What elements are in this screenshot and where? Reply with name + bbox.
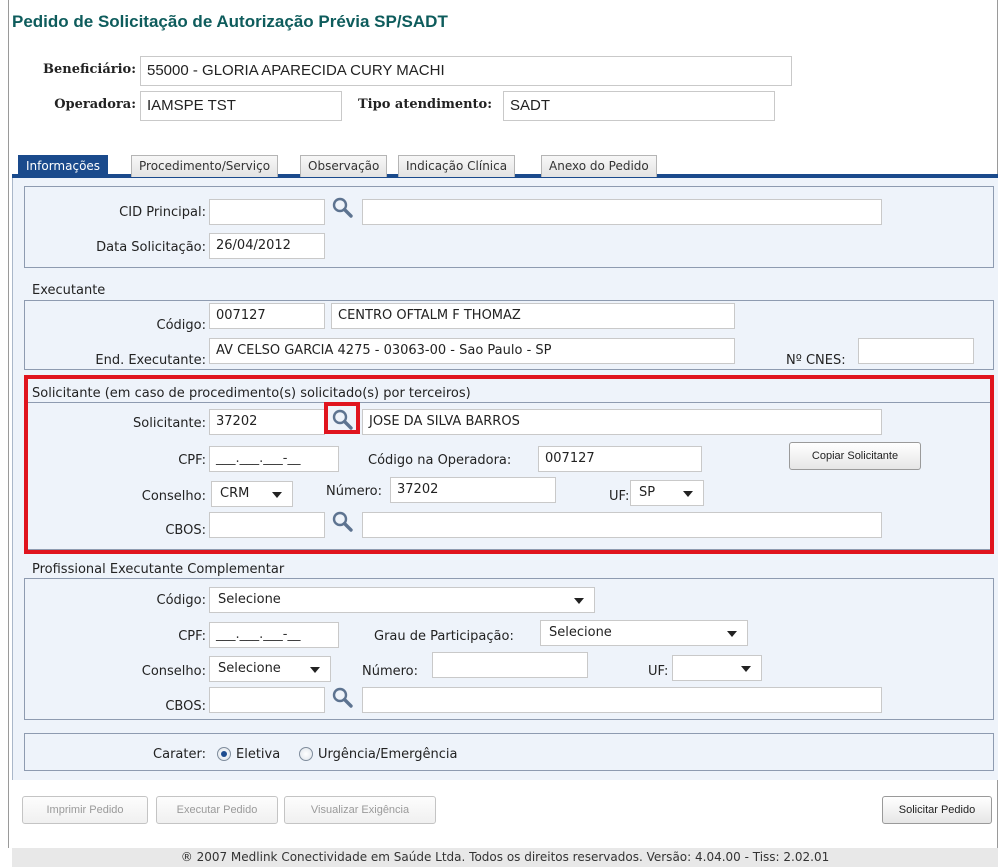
complementar-uf-select[interactable] — [672, 655, 762, 681]
solicitar-pedido-button[interactable]: Solicitar Pedido — [882, 796, 992, 824]
tab-informacoes[interactable]: Informações — [18, 155, 109, 177]
carater-urgencia-radio[interactable] — [299, 747, 313, 761]
executar-pedido-button[interactable]: Executar Pedido — [156, 796, 278, 824]
complementar-conselho-label: Conselho: — [141, 664, 206, 679]
tab-indicacao-clinica[interactable]: Indicação Clínica — [398, 155, 516, 177]
carater-eletiva-label: Eletiva — [236, 747, 281, 762]
data-solicitacao-field[interactable]: 26/04/2012 — [209, 233, 325, 259]
executante-codigo-field[interactable]: 007127 — [209, 303, 325, 329]
chevron-down-icon — [741, 666, 751, 672]
highlight-frame-solicitante — [24, 375, 994, 554]
operadora-field[interactable]: IAMSPE TST — [140, 91, 342, 121]
end-executante-label: End. Executante: — [95, 353, 206, 368]
grau-participacao-label: Grau de Participação: — [374, 629, 514, 644]
tipo-atendimento-field[interactable]: SADT — [503, 91, 775, 121]
complementar-cbos-description[interactable] — [362, 687, 882, 713]
cid-principal-input[interactable] — [209, 199, 325, 225]
end-executante-field[interactable]: AV CELSO GARCIA 4275 - 03063-00 - Sao Pa… — [209, 338, 735, 364]
highlight-frame-search — [324, 402, 360, 434]
complementar-cbos-input[interactable] — [209, 687, 325, 713]
cnes-label: Nº CNES: — [786, 353, 846, 368]
complementar-section-title: Profissional Executante Complementar — [32, 562, 285, 577]
cnes-field[interactable] — [858, 338, 974, 364]
carater-eletiva-radio[interactable] — [217, 747, 231, 761]
search-icon[interactable] — [330, 686, 356, 710]
codigo-selected-value: Selecione — [218, 592, 281, 607]
executante-section-title: Executante — [32, 283, 106, 298]
tipo-atendimento-label: Tipo atendimento: — [358, 97, 493, 112]
complementar-numero-label: Número: — [362, 664, 419, 679]
tab-anexo-pedido[interactable]: Anexo do Pedido — [541, 155, 657, 177]
complementar-uf-label: UF: — [648, 664, 669, 679]
chevron-down-icon — [574, 598, 584, 604]
page-title: Pedido de Solicitação de Autorização Pré… — [12, 12, 448, 31]
complementar-codigo-label: Código: — [156, 593, 206, 608]
complementar-cpf-input[interactable]: ___.___.___-__ — [209, 622, 339, 648]
complementar-numero-field[interactable] — [432, 652, 588, 678]
search-icon[interactable] — [330, 196, 356, 220]
beneficiario-field[interactable]: 55000 - GLORIA APARECIDA CURY MACHI — [140, 56, 792, 86]
visualizar-exigencia-button[interactable]: Visualizar Exigência — [284, 796, 436, 824]
chevron-down-icon — [727, 631, 737, 637]
operadora-label: Operadora: — [54, 97, 136, 112]
conselho-selected-value: Selecione — [218, 661, 281, 676]
grau-selected-value: Selecione — [549, 625, 612, 640]
imprimir-pedido-button[interactable]: Imprimir Pedido — [22, 796, 148, 824]
complementar-codigo-select[interactable]: Selecione — [209, 587, 595, 613]
carater-urgencia-label: Urgência/Emergência — [318, 747, 458, 762]
data-solicitacao-label: Data Solicitação: — [96, 240, 206, 255]
complementar-conselho-select[interactable]: Selecione — [209, 656, 331, 682]
cid-principal-label: CID Principal: — [119, 205, 206, 220]
grau-participacao-select[interactable]: Selecione — [540, 620, 748, 646]
executante-codigo-label: Código: — [156, 318, 206, 333]
complementar-cpf-label: CPF: — [178, 629, 206, 644]
beneficiario-label: Beneficiário: — [43, 62, 136, 77]
tab-procedimento-servico[interactable]: Procedimento/Serviço — [131, 155, 279, 177]
chevron-down-icon — [310, 667, 320, 673]
footer-copyright: ® 2007 Medlink Conectividade em Saúde Lt… — [12, 848, 998, 867]
executante-nome-field[interactable]: CENTRO OFTALM F THOMAZ — [331, 303, 735, 329]
tab-bar: Informações Procedimento/Serviço Observa… — [12, 152, 998, 178]
cid-description-field[interactable] — [362, 199, 882, 225]
complementar-cbos-label: CBOS: — [165, 699, 206, 714]
tab-observacao[interactable]: Observação — [300, 155, 388, 177]
carater-label: Carater: — [153, 747, 206, 762]
